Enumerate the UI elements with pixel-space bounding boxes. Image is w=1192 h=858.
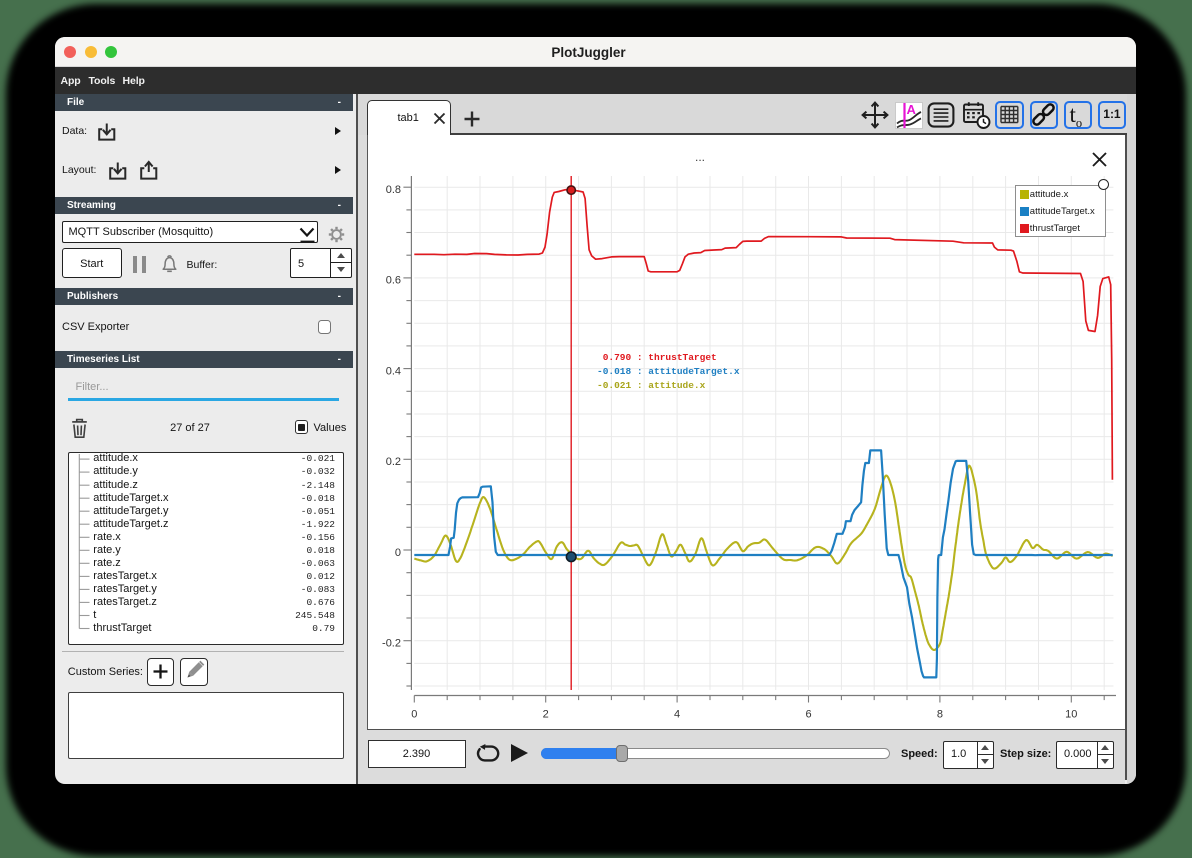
svg-text:-0.2: -0.2 xyxy=(382,638,401,650)
svg-text:10: 10 xyxy=(1065,709,1077,721)
svg-text:0: 0 xyxy=(411,709,417,721)
svg-text:2: 2 xyxy=(543,709,549,721)
svg-text:6: 6 xyxy=(805,709,811,721)
svg-text:0.6: 0.6 xyxy=(386,275,401,287)
svg-text:0.2: 0.2 xyxy=(386,456,401,468)
svg-text:8: 8 xyxy=(937,709,943,721)
svg-text:0: 0 xyxy=(395,547,401,559)
svg-text:0.8: 0.8 xyxy=(386,184,401,196)
svg-text:A: A xyxy=(907,102,917,117)
svg-text:0.4: 0.4 xyxy=(386,365,401,377)
svg-text:4: 4 xyxy=(674,709,680,721)
